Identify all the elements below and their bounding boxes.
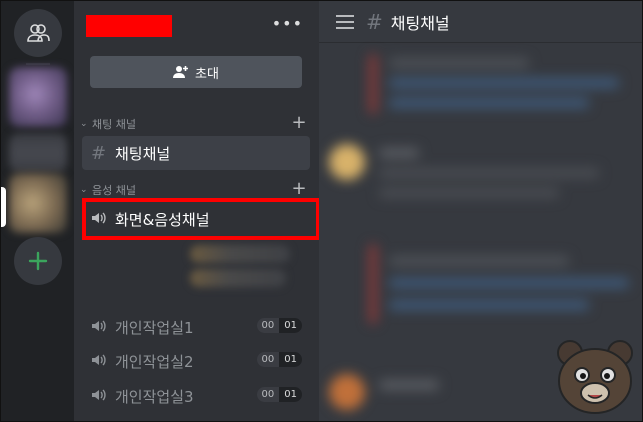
category-text-channels[interactable]: ⌄ 채팅 채널 (80, 116, 136, 132)
server-rail (1, 1, 74, 421)
channel-label: 개인작업실3 (115, 387, 194, 406)
add-user-icon (173, 66, 189, 78)
voice-channel-room3[interactable]: 개인작업실3 00 01 (82, 379, 310, 413)
hash-icon: # (91, 142, 107, 164)
server-icon-blurred[interactable] (9, 133, 67, 173)
rail-separator (26, 63, 50, 65)
chevron-down-icon: ⌄ (80, 119, 88, 129)
app-window: ••• 초대 ⌄ 채팅 채널 + # 채팅채널 ⌄ 음성 채널 + 화면&음성채… (0, 0, 643, 422)
chevron-down-icon: ⌄ (80, 185, 88, 195)
channel-label: 채팅채널 (115, 144, 171, 163)
friends-icon (27, 24, 50, 42)
category-voice-channels[interactable]: ⌄ 음성 채널 (80, 182, 136, 198)
add-channel-icon[interactable]: + (291, 114, 307, 132)
hash-icon: # (366, 9, 383, 34)
speaker-icon (91, 386, 115, 407)
voice-user-blurred[interactable] (190, 269, 286, 287)
hamburger-menu-icon[interactable] (336, 11, 354, 33)
plus-icon (28, 251, 48, 271)
server-icon-blurred[interactable] (9, 173, 67, 233)
invite-label: 초대 (195, 66, 219, 82)
user-limit-badge: 00 01 (256, 352, 302, 367)
mascot-watermark-icon (557, 340, 633, 414)
channel-sidebar: ••• 초대 ⌄ 채팅 채널 + # 채팅채널 ⌄ 음성 채널 + 화면&음성채… (74, 1, 320, 421)
highlight-box (82, 198, 320, 240)
add-server-button[interactable] (14, 237, 62, 285)
chat-area: # 채팅채널 (319, 1, 642, 421)
add-channel-icon[interactable]: + (291, 180, 307, 198)
voice-channel-room2[interactable]: 개인작업실2 00 01 (82, 344, 310, 378)
voice-user-blurred[interactable] (190, 245, 290, 263)
server-icon-blurred[interactable] (9, 67, 67, 127)
home-button[interactable] (14, 9, 62, 57)
channel-title: 채팅채널 (390, 13, 450, 33)
invite-button[interactable]: 초대 (90, 56, 302, 88)
user-limit-badge: 00 01 (256, 387, 302, 402)
user-limit-badge: 00 01 (256, 318, 302, 333)
voice-channel-room1[interactable]: 개인작업실1 00 01 (82, 310, 310, 344)
speaker-icon (91, 351, 115, 372)
speaker-icon (91, 317, 115, 338)
category-label: 채팅 채널 (92, 118, 136, 131)
channel-header: # 채팅채널 (319, 1, 642, 43)
selected-server-indicator (1, 187, 6, 227)
server-name-redacted (86, 15, 172, 37)
category-label: 음성 채널 (92, 184, 136, 197)
channel-item-chat[interactable]: # 채팅채널 (82, 136, 310, 170)
channel-label: 개인작업실1 (115, 318, 194, 337)
channel-label: 개인작업실2 (115, 352, 194, 371)
server-header[interactable]: ••• (74, 1, 319, 47)
server-menu-icon[interactable]: ••• (272, 14, 303, 33)
